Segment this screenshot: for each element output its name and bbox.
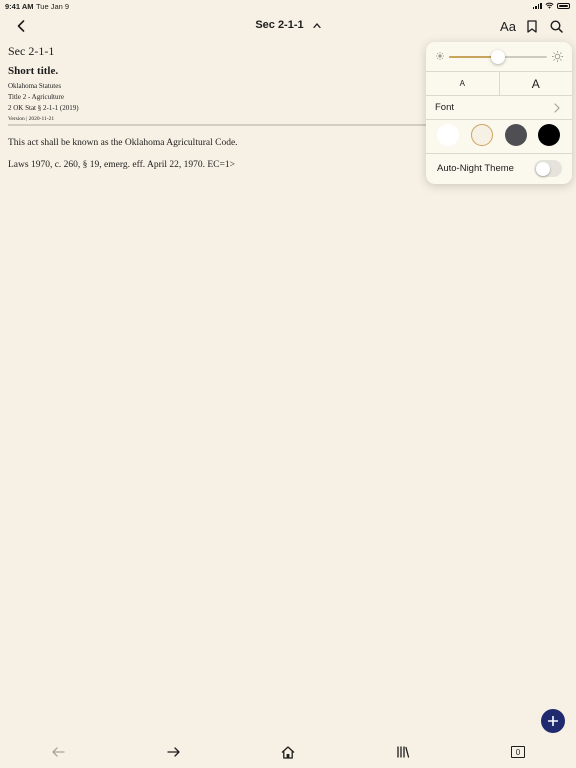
theme-gray-swatch[interactable]	[505, 124, 527, 146]
font-picker-row[interactable]: Font	[426, 96, 572, 120]
toggle-knob	[535, 161, 550, 176]
theme-sepia-swatch[interactable]	[471, 124, 493, 146]
arrow-right-icon	[166, 747, 180, 757]
library-button[interactable]	[391, 742, 415, 762]
header-divider	[8, 124, 426, 126]
meta-title: Title 2 - Agriculture	[8, 93, 64, 101]
bookmark-icon	[527, 19, 537, 33]
home-button[interactable]	[276, 742, 300, 762]
bookmark-button[interactable]	[524, 16, 540, 36]
go-back-button[interactable]	[46, 742, 70, 762]
home-icon	[281, 745, 295, 759]
wifi-icon	[545, 2, 554, 9]
bottom-toolbar: 0	[0, 740, 576, 764]
cellular-signal-icon	[532, 2, 542, 9]
meta-citation: 2 OK Stat § 2-1-1 (2019)	[8, 104, 79, 112]
auto-night-toggle[interactable]	[534, 160, 562, 177]
status-bar: 9:41 AM Tue Jan 9	[0, 0, 576, 12]
meta-statutes: Oklahoma Statutes	[8, 82, 62, 90]
tabs-count: 0	[511, 746, 525, 758]
battery-icon	[557, 2, 570, 9]
navbar-actions: Aa	[500, 16, 564, 36]
theme-black-swatch[interactable]	[538, 124, 560, 146]
tabs-button[interactable]: 0	[506, 742, 530, 762]
section-number: Sec 2-1-1	[8, 44, 55, 58]
arrow-left-icon	[51, 747, 65, 757]
chevron-right-icon	[554, 103, 560, 113]
brightness-slider-thumb[interactable]	[491, 50, 505, 64]
theme-row	[426, 120, 572, 154]
status-time: 9:41 AM	[5, 2, 34, 11]
section-heading: Short title.	[8, 65, 59, 77]
brightness-high-icon	[552, 51, 563, 62]
display-settings-popover: A A Font Auto-Night Theme	[426, 42, 572, 184]
plus-icon	[548, 716, 558, 726]
history-note: Laws 1970, c. 260, § 19, emerg. eff. Apr…	[8, 160, 235, 170]
auto-night-row: Auto-Night Theme	[426, 154, 572, 184]
increase-font-size-button[interactable]: A	[500, 72, 573, 95]
section-metadata: Oklahoma Statutes Title 2 - Agriculture …	[8, 81, 418, 125]
display-settings-button[interactable]: Aa	[500, 16, 516, 36]
chevron-up-icon	[313, 22, 321, 28]
font-label: Font	[435, 102, 455, 113]
brightness-slider[interactable]	[449, 50, 547, 64]
font-size-row: A A	[426, 72, 572, 96]
navigation-bar: Sec 2-1-1 Aa	[0, 14, 576, 38]
theme-white-swatch[interactable]	[437, 124, 459, 146]
decrease-font-size-button[interactable]: A	[426, 72, 500, 95]
document-header: Sec 2-1-1 Short title. Oklahoma Statutes…	[8, 44, 418, 125]
library-icon	[397, 746, 410, 758]
status-indicators	[532, 2, 570, 9]
auto-night-label: Auto-Night Theme	[437, 163, 514, 174]
brightness-row	[426, 42, 572, 72]
status-date: Tue Jan 9	[36, 2, 70, 11]
section-title-dropdown[interactable]: Sec 2-1-1	[0, 19, 576, 31]
add-button[interactable]	[541, 709, 565, 733]
search-button[interactable]	[548, 16, 564, 36]
go-forward-button[interactable]	[161, 742, 185, 762]
search-icon	[549, 19, 563, 33]
body-paragraph: This act shall be known as the Oklahoma …	[8, 138, 238, 148]
brightness-low-icon	[436, 52, 444, 60]
section-title: Sec 2-1-1	[255, 19, 304, 31]
